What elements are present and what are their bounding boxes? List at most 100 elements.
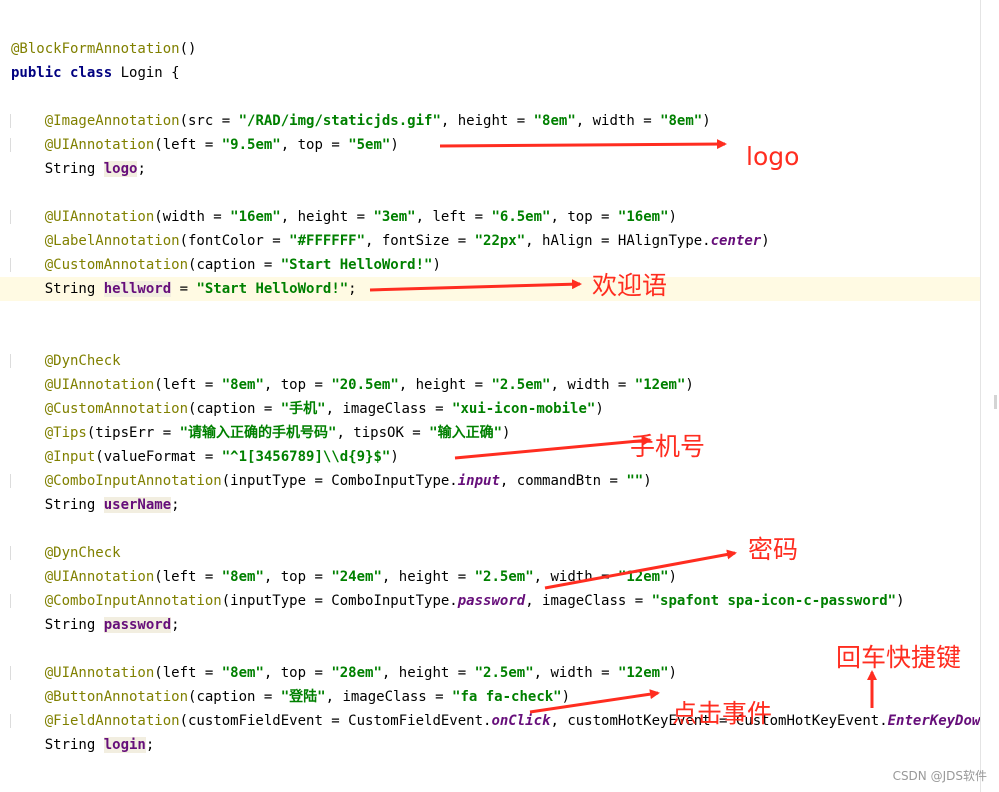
- code-token: "2.5em": [474, 665, 534, 681]
- code-token: @CustomAnnotation: [44, 401, 189, 417]
- code-token: @CustomAnnotation: [44, 257, 189, 273]
- code-token: (): [179, 41, 197, 57]
- code-token: "2.5em": [491, 377, 551, 393]
- code-text: @UIAnnotation(left = "8em", top = "20.5e…: [11, 373, 694, 397]
- code-text: @UIAnnotation(left = "8em", top = "28em"…: [11, 661, 677, 685]
- code-token: , top =: [263, 665, 332, 681]
- code-line[interactable]: @ComboInputAnnotation(inputType = ComboI…: [0, 469, 980, 493]
- code-token: @UIAnnotation: [44, 377, 155, 393]
- code-token: String: [11, 737, 104, 753]
- code-token: "8em": [533, 113, 576, 129]
- code-line[interactable]: String userName;: [0, 493, 980, 517]
- code-token: hellword: [103, 281, 172, 297]
- code-token: login: [103, 737, 146, 753]
- code-text: @CustomAnnotation(caption = "Start Hello…: [11, 253, 441, 277]
- code-token: (inputType = ComboInputType.: [221, 593, 458, 609]
- code-line[interactable]: @UIAnnotation(left = "8em", top = "28em"…: [0, 661, 980, 685]
- code-line[interactable]: @Tips(tipsErr = "请输入正确的手机号码", tipsOK = "…: [0, 421, 980, 445]
- code-token: ;: [171, 497, 180, 513]
- code-token: "Start HelloWord!": [280, 257, 433, 273]
- code-token: @ButtonAnnotation: [44, 689, 189, 705]
- code-token: @Input: [44, 449, 96, 465]
- code-token: "20.5em": [331, 377, 399, 393]
- code-token: password: [457, 593, 526, 609]
- code-token: ;: [137, 161, 146, 177]
- code-line[interactable]: @UIAnnotation(width = "16em", height = "…: [0, 205, 980, 229]
- code-token: "28em": [331, 665, 382, 681]
- code-token: , top =: [280, 137, 349, 153]
- code-line[interactable]: String login;: [0, 733, 980, 757]
- code-text: String logo;: [11, 157, 146, 181]
- code-token: "fa fa-check": [452, 689, 562, 705]
- code-token: (valueFormat =: [95, 449, 222, 465]
- code-editor[interactable]: @BlockFormAnnotation() public class Login…: [0, 0, 997, 792]
- code-text: String password;: [11, 613, 180, 637]
- code-token: "xui-icon-mobile": [452, 401, 596, 417]
- code-token: "3em": [373, 209, 416, 225]
- code-token: @ImageAnnotation: [44, 113, 180, 129]
- code-token: @Tips: [44, 425, 87, 441]
- code-line[interactable]: @BlockFormAnnotation(): [0, 37, 980, 61]
- code-text: String userName;: [11, 493, 180, 517]
- code-token: , top =: [263, 569, 332, 585]
- code-line[interactable]: @ComboInputAnnotation(inputType = ComboI…: [0, 589, 980, 613]
- code-token: , top =: [263, 377, 332, 393]
- code-token: ): [668, 665, 677, 681]
- code-token: "12em": [617, 665, 669, 681]
- code-line[interactable]: String password;: [0, 613, 980, 637]
- code-token: "12em": [634, 377, 686, 393]
- code-token: ): [561, 689, 571, 705]
- code-line[interactable]: @ImageAnnotation(src = "/RAD/img/staticj…: [0, 109, 980, 133]
- code-line[interactable]: @DynCheck: [0, 349, 980, 373]
- code-token: (left =: [154, 377, 222, 393]
- code-token: @DynCheck: [44, 353, 121, 369]
- code-token: ;: [348, 281, 357, 297]
- note-welcome: 欢迎语: [592, 271, 668, 300]
- code-token: password: [103, 617, 172, 633]
- code-text: @ImageAnnotation(src = "/RAD/img/staticj…: [11, 109, 711, 133]
- code-line[interactable]: @DynCheck: [0, 541, 980, 565]
- code-line[interactable]: @LabelAnnotation(fontColor = "#FFFFFF", …: [0, 229, 980, 253]
- code-line[interactable]: @UIAnnotation(left = "9.5em", top = "5em…: [0, 133, 980, 157]
- code-token: (inputType = ComboInputType.: [221, 473, 458, 489]
- code-token: , hAlign = HAlignType.: [525, 233, 711, 249]
- code-line[interactable]: @UIAnnotation(left = "8em", top = "24em"…: [0, 565, 980, 589]
- code-token: "^1[3456789]\\d{9}$": [221, 449, 391, 465]
- code-token: , imageClass =: [325, 689, 453, 705]
- code-token: , width =: [533, 569, 618, 585]
- code-token: @UIAnnotation: [44, 665, 155, 681]
- code-line[interactable]: @CustomAnnotation(caption = "手机", imageC…: [0, 397, 980, 421]
- code-token: (fontColor =: [179, 233, 290, 249]
- code-token: "8em": [221, 377, 264, 393]
- code-line[interactable]: @Input(valueFormat = "^1[3456789]\\d{9}$…: [0, 445, 980, 469]
- code-token: , tipsOK =: [336, 425, 430, 441]
- code-token: "6.5em": [491, 209, 551, 225]
- code-text: @UIAnnotation(left = "8em", top = "24em"…: [11, 565, 677, 589]
- code-token: (left =: [154, 137, 222, 153]
- code-text: @CustomAnnotation(caption = "手机", imageC…: [11, 397, 604, 421]
- code-token: ): [595, 401, 604, 417]
- code-token: @DynCheck: [44, 545, 121, 561]
- code-token: , height =: [280, 209, 374, 225]
- code-text: @Tips(tipsErr = "请输入正确的手机号码", tipsOK = "…: [11, 421, 511, 445]
- code-token: userName: [103, 497, 172, 513]
- code-token: @UIAnnotation: [44, 569, 155, 585]
- code-line[interactable]: public class Login {: [0, 61, 980, 85]
- code-text: @ComboInputAnnotation(inputType = ComboI…: [11, 589, 905, 613]
- code-line[interactable]: @ButtonAnnotation(caption = "登陆", imageC…: [0, 685, 980, 709]
- code-token: (src =: [179, 113, 239, 129]
- code-line[interactable]: String logo;: [0, 157, 980, 181]
- code-line[interactable]: @UIAnnotation(left = "8em", top = "20.5e…: [0, 373, 980, 397]
- code-line[interactable]: String hellword = "Start HelloWord!";: [0, 277, 980, 301]
- code-token: , width =: [533, 665, 618, 681]
- code-token: String: [11, 281, 104, 297]
- code-line[interactable]: @CustomAnnotation(caption = "Start Hello…: [0, 253, 980, 277]
- code-token: =: [171, 281, 197, 297]
- code-line[interactable]: @FieldAnnotation(customFieldEvent = Cust…: [0, 709, 997, 733]
- code-token: ): [668, 209, 677, 225]
